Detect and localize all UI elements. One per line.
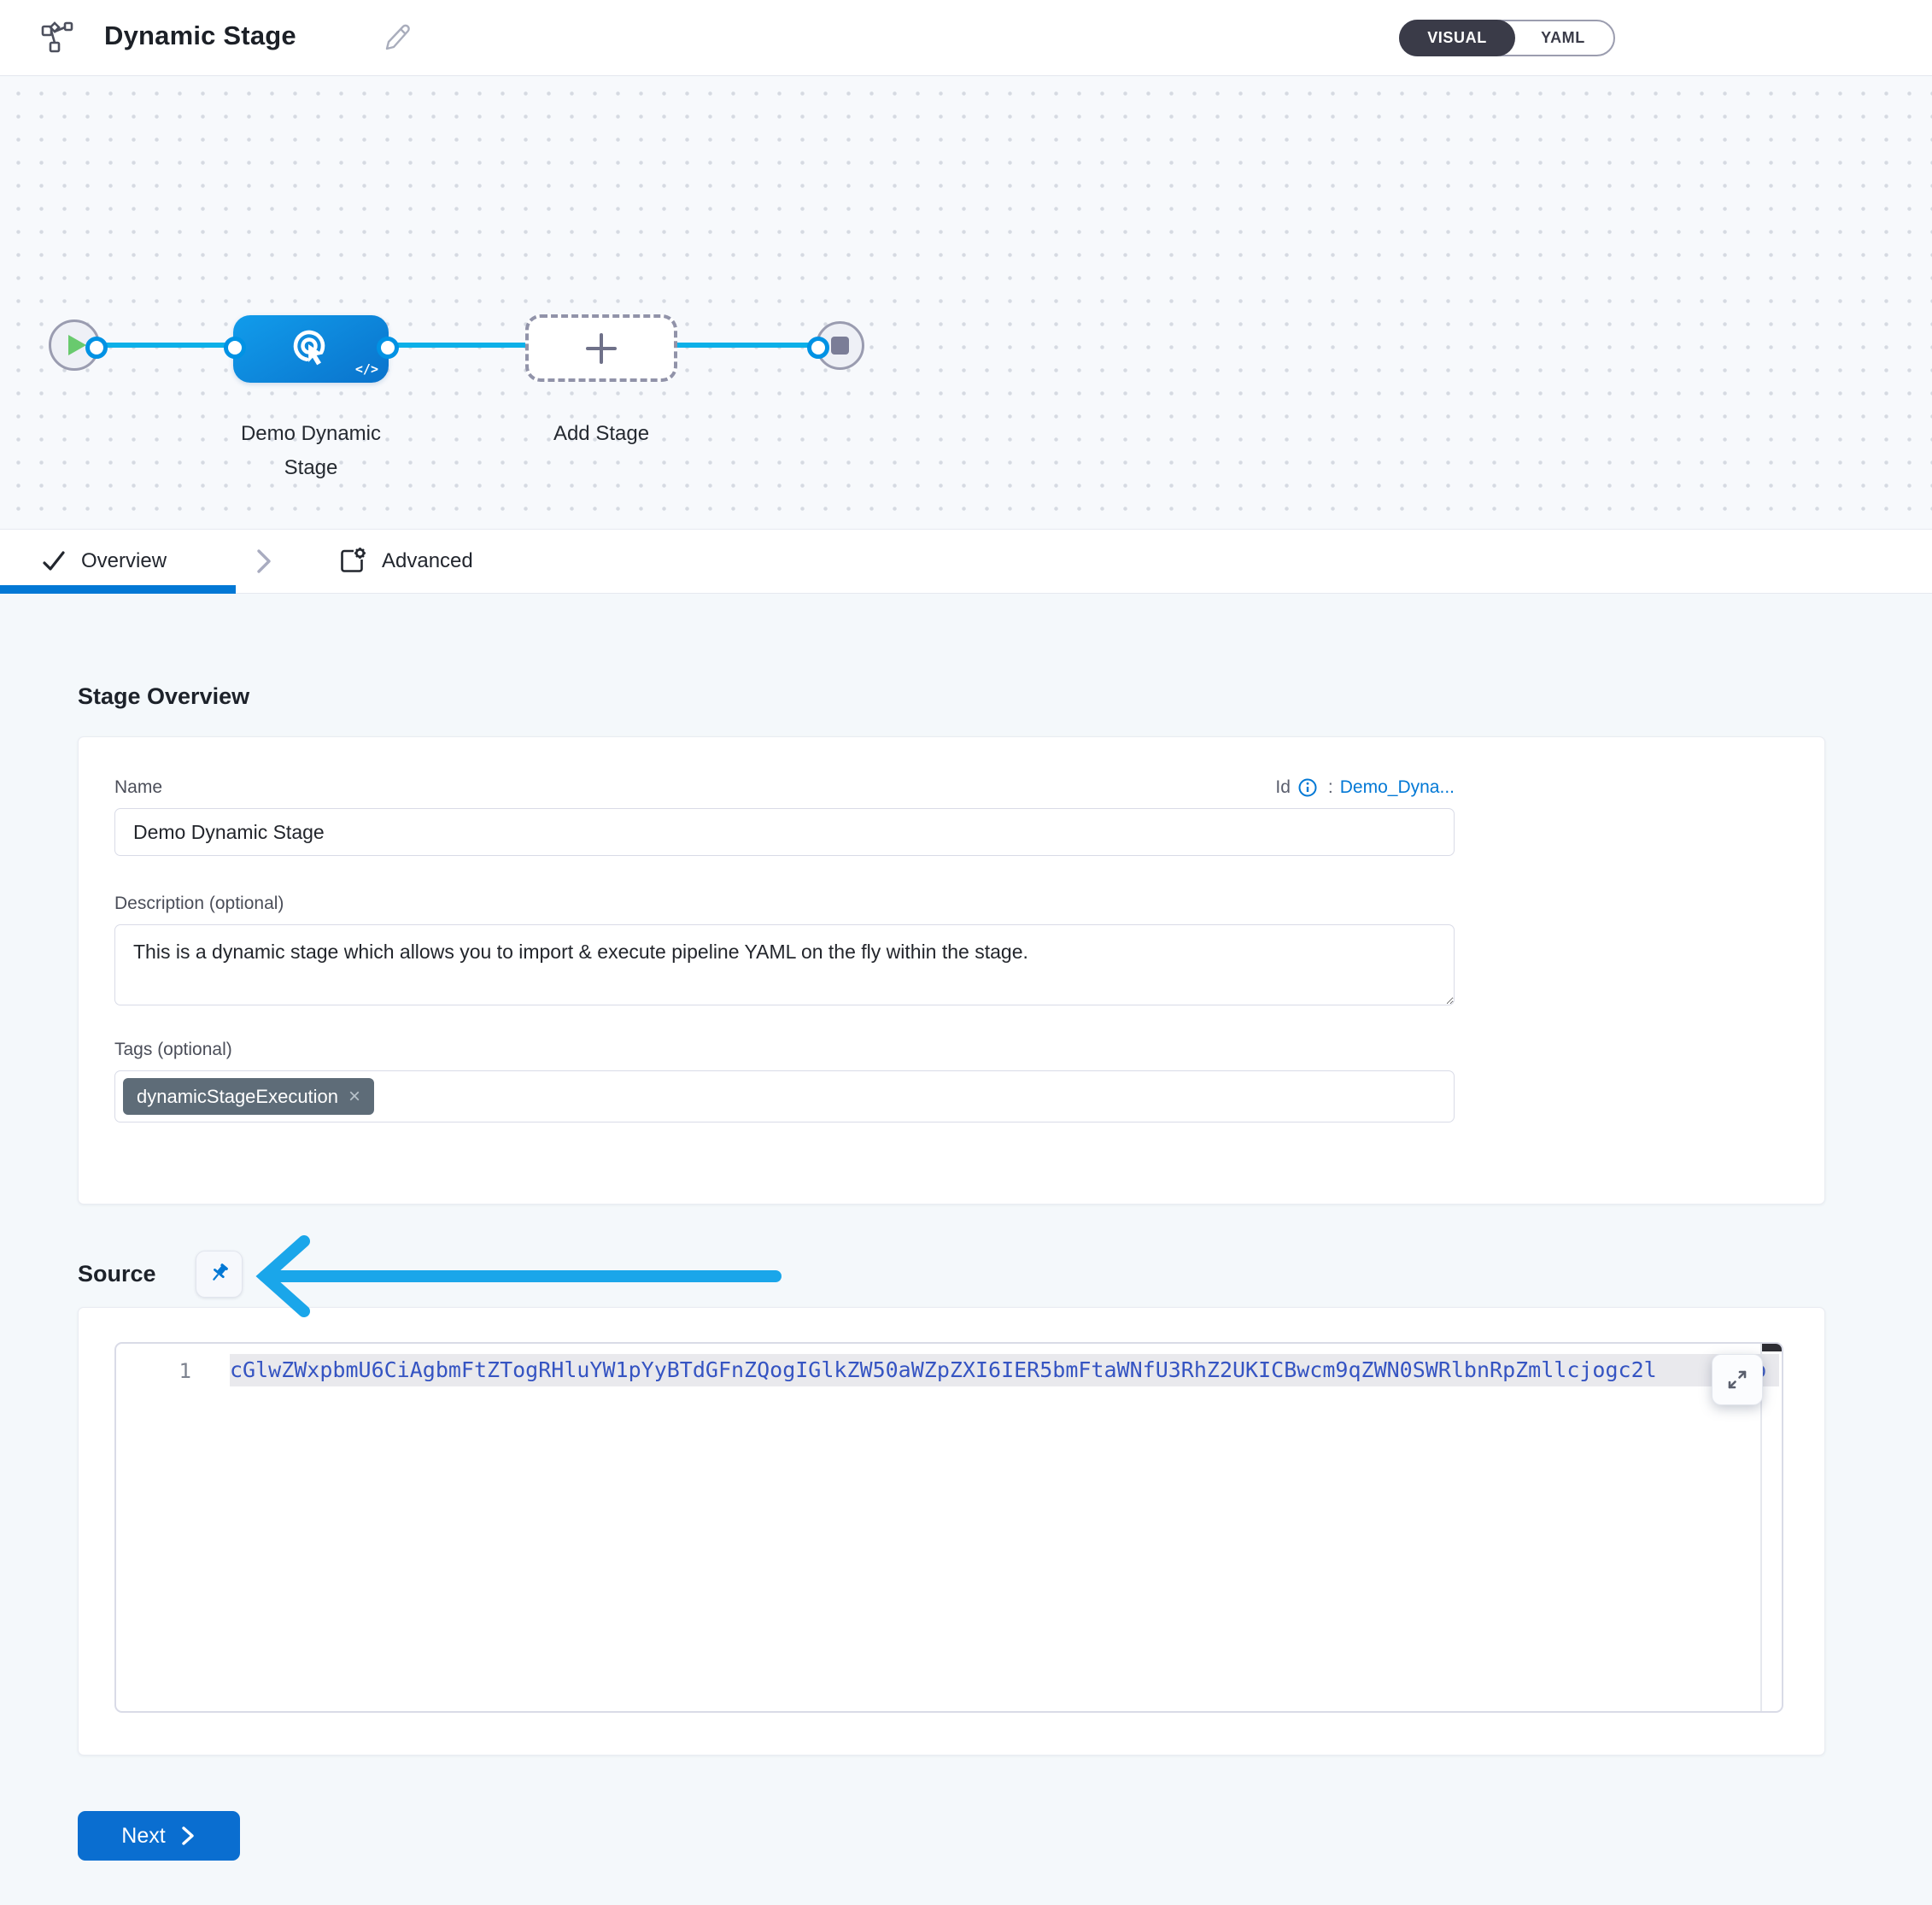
stage-tabs: Overview Advanced bbox=[0, 530, 1932, 594]
stage-overview-heading: Stage Overview bbox=[78, 683, 249, 710]
pipeline-connector-line bbox=[94, 343, 820, 348]
name-label: Name bbox=[114, 777, 162, 798]
annotation-arrow-left bbox=[253, 1234, 787, 1319]
add-stage-label: Add Stage bbox=[516, 417, 687, 451]
header-bar: Dynamic Stage VISUAL YAML bbox=[0, 0, 1932, 76]
expand-editor-button[interactable] bbox=[1712, 1354, 1763, 1405]
source-card: 1 cGlwZWxpbmU6CiAgbmFtZTogRHluYW1pYyBTdG… bbox=[78, 1307, 1825, 1756]
tab-overview-label: Overview bbox=[81, 549, 167, 573]
id-colon: : bbox=[1328, 777, 1333, 798]
pushpin-icon bbox=[206, 1261, 231, 1287]
check-icon bbox=[41, 549, 67, 573]
next-button[interactable]: Next bbox=[78, 1811, 240, 1861]
tag-remove-icon[interactable]: × bbox=[348, 1087, 360, 1107]
minimap-line-mark bbox=[1762, 1344, 1783, 1351]
id-label: Id bbox=[1275, 777, 1291, 798]
tags-input[interactable]: dynamicStageExecution × bbox=[114, 1070, 1455, 1122]
line-number: 1 bbox=[161, 1356, 191, 1386]
id-value-link[interactable]: Demo_Dyna... bbox=[1340, 777, 1455, 798]
description-textarea[interactable]: This is a dynamic stage which allows you… bbox=[114, 924, 1455, 1005]
tag-chip: dynamicStageExecution × bbox=[123, 1078, 374, 1115]
stage-node-label: Demo Dynamic Stage bbox=[217, 417, 405, 485]
stage-graph-icon bbox=[39, 19, 77, 56]
chevron-right-icon bbox=[253, 547, 275, 576]
page-title: Dynamic Stage bbox=[104, 21, 296, 51]
visual-yaml-toggle: VISUAL YAML bbox=[1399, 20, 1615, 56]
add-stage-node[interactable] bbox=[525, 314, 677, 382]
pipeline-canvas[interactable]: </> Demo Dynamic Stage Add Stage bbox=[0, 77, 1932, 530]
code-badge-icon: </> bbox=[355, 361, 378, 377]
stage-node-in-port[interactable] bbox=[224, 337, 246, 359]
next-button-label: Next bbox=[121, 1824, 165, 1849]
active-tab-underline bbox=[0, 585, 236, 594]
stop-icon bbox=[831, 337, 849, 355]
tags-label: Tags (optional) bbox=[114, 1040, 1824, 1060]
play-icon bbox=[68, 335, 86, 355]
code-line: cGlwZWxpbmU6CiAgbmFtZTogRHluYW1pYyBTdGFn… bbox=[230, 1354, 1779, 1386]
tab-overview[interactable]: Overview bbox=[41, 530, 167, 593]
stage-node-out-port[interactable] bbox=[377, 337, 399, 359]
info-icon[interactable] bbox=[1297, 777, 1318, 798]
pin-button[interactable] bbox=[196, 1251, 243, 1298]
start-node-port[interactable] bbox=[85, 337, 108, 359]
code-editor[interactable]: 1 cGlwZWxpbmU6CiAgbmFtZTogRHluYW1pYyBTdG… bbox=[114, 1342, 1783, 1713]
edit-pencil-icon[interactable] bbox=[383, 22, 412, 51]
advanced-config-icon bbox=[338, 547, 367, 576]
name-input[interactable] bbox=[114, 808, 1455, 856]
expand-arrows-icon bbox=[1725, 1368, 1749, 1392]
tab-advanced-label: Advanced bbox=[382, 549, 473, 573]
stage-node-demo-dynamic-stage[interactable]: </> bbox=[233, 315, 389, 383]
tab-advanced[interactable]: Advanced bbox=[338, 530, 473, 593]
chevron-right-icon bbox=[179, 1825, 196, 1847]
source-heading: Source bbox=[78, 1261, 156, 1287]
toggle-yaml-button[interactable]: YAML bbox=[1513, 21, 1613, 55]
toggle-visual-button[interactable]: VISUAL bbox=[1399, 20, 1515, 56]
description-label: Description (optional) bbox=[114, 894, 1824, 914]
code-text-start: cGlwZWxpbmU6CiAgbmFtZTogRHluYW1pYyBTdGFn… bbox=[230, 1357, 1657, 1382]
tag-chip-label: dynamicStageExecution bbox=[137, 1086, 338, 1108]
end-node-port[interactable] bbox=[807, 337, 829, 359]
stage-overview-card: Name Id : Demo_Dyna... Description (opti… bbox=[78, 736, 1825, 1205]
plus-icon bbox=[583, 330, 620, 367]
